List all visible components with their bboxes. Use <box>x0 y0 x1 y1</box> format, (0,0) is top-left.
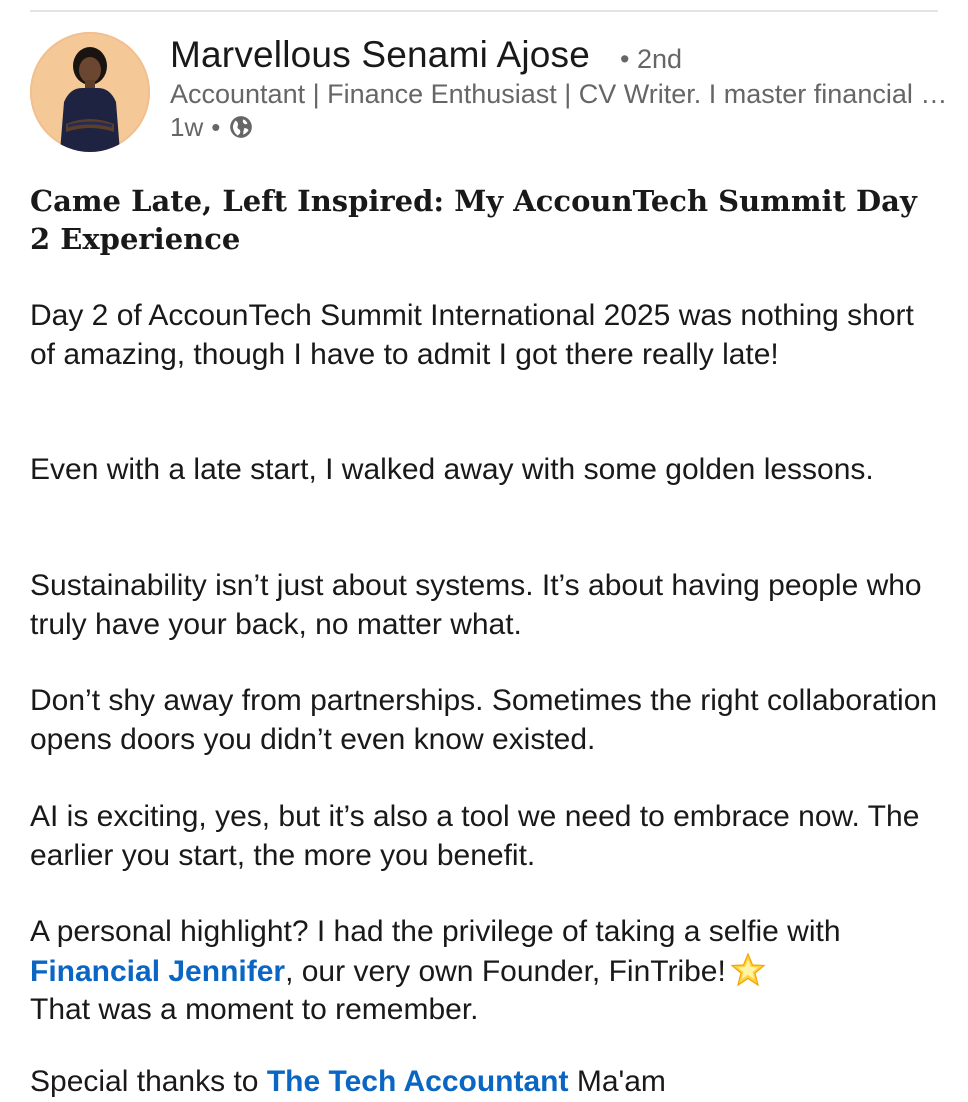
paragraph-text: Special thanks to <box>30 1065 267 1098</box>
post-meta: 1w • <box>170 112 254 142</box>
author-avatar[interactable] <box>30 32 150 152</box>
post-paragraph: Day 2 of AccounTech Summit International… <box>30 299 914 371</box>
author-headline: Accountant | Finance Enthusiast | CV Wri… <box>170 79 950 109</box>
glowing-star-emoji <box>730 951 766 986</box>
paragraph-text: That was a moment to remember. <box>30 993 479 1026</box>
post-paragraph: Even with a late start, I walked away wi… <box>30 453 874 486</box>
mention-link[interactable]: Financial Jennifer <box>30 955 285 988</box>
post-paragraph: Don’t shy away from partnerships. Someti… <box>30 684 938 756</box>
post-paragraph: AI is exciting, yes, but it’s also a too… <box>30 800 920 872</box>
post-header: Marvellous Senami Ajose • 2nd Accountant… <box>30 32 950 162</box>
mention-link[interactable]: The Tech Accountant <box>267 1065 569 1098</box>
post-paragraph-cut: Special thanks to The Tech Accountant Ma… <box>30 1063 940 1102</box>
feed-divider <box>30 10 938 12</box>
post-paragraph: Sustainability isn’t just about systems.… <box>30 569 922 641</box>
post-title: Came Late, Left Inspired: My AccounTech … <box>30 184 917 256</box>
post-paragraph-highlight: A personal highlight? I had the privileg… <box>30 913 940 1030</box>
paragraph-text: Ma'am <box>568 1065 666 1098</box>
author-name[interactable]: Marvellous Senami Ajose <box>170 34 590 76</box>
avatar-photo <box>30 32 150 152</box>
meta-separator: • <box>211 111 221 142</box>
connection-degree: • 2nd <box>620 44 683 74</box>
paragraph-text: A personal highlight? I had the privileg… <box>30 915 841 948</box>
globe-icon <box>230 116 253 138</box>
paragraph-text: , our very own Founder, FinTribe! <box>285 954 726 988</box>
post-time: 1w <box>170 111 204 142</box>
